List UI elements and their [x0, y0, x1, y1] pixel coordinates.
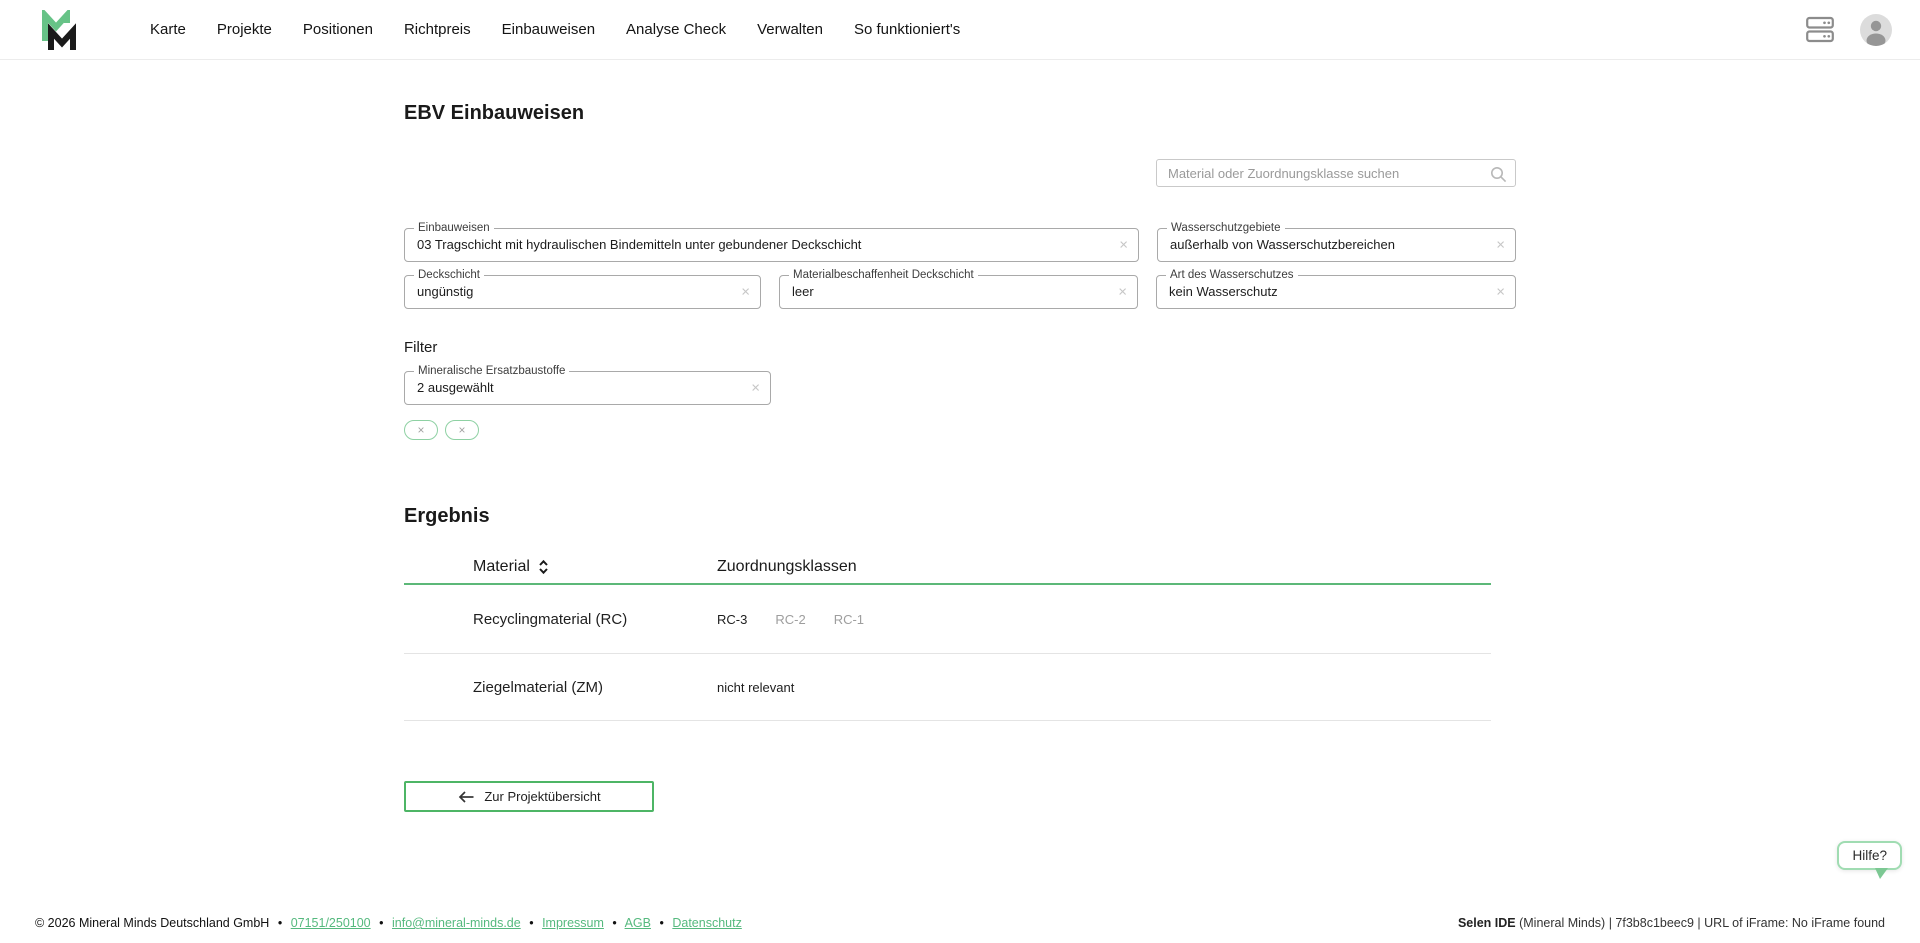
filter-chips: × × — [404, 420, 1516, 440]
filter-section-title: Filter — [404, 339, 1516, 357]
clear-icon[interactable]: × — [1119, 238, 1128, 253]
field-label: Einbauweisen — [414, 222, 494, 234]
class-badge: RC-1 — [834, 612, 864, 627]
search-box — [1156, 159, 1516, 187]
nav-item-projekte[interactable]: Projekte — [217, 21, 272, 38]
clear-icon[interactable]: × — [1496, 285, 1505, 300]
nav-item-einbauweisen[interactable]: Einbauweisen — [502, 21, 595, 38]
arrow-left-icon — [457, 791, 475, 803]
result-section-title: Ergebnis — [404, 504, 1516, 528]
select-einbauweisen[interactable]: Einbauweisen 03 Tragschicht mit hydrauli… — [404, 228, 1139, 262]
footer-link-datenschutz[interactable]: Datenschutz — [672, 916, 741, 930]
separator-dot: • — [529, 916, 533, 930]
zuordnungsklassen-cell: nicht relevant — [717, 680, 794, 695]
clear-icon[interactable]: × — [751, 381, 760, 396]
field-label: Mineralische Ersatzbaustoffe — [414, 365, 569, 377]
select-wasserschutzgebiete[interactable]: Wasserschutzgebiete außerhalb von Wasser… — [1157, 228, 1516, 262]
clear-icon[interactable]: × — [741, 285, 750, 300]
nav-item-karte[interactable]: Karte — [150, 21, 186, 38]
separator-dot: • — [612, 916, 616, 930]
field-value: 03 Tragschicht mit hydraulischen Bindemi… — [405, 229, 1138, 261]
select-art-des-wasserschutzes[interactable]: Art des Wasserschutzes kein Wasserschutz… — [1156, 275, 1516, 309]
field-label: Deckschicht — [414, 269, 484, 281]
sort-icon[interactable] — [538, 559, 549, 575]
ide-status-text: (Mineral Minds) | 7f3b8c1beec9 | URL of … — [1516, 916, 1885, 930]
filter-chip-remove-2[interactable]: × — [445, 420, 479, 440]
column-header-label: Material — [473, 558, 530, 576]
filter-chip-remove-1[interactable]: × — [404, 420, 438, 440]
separator-dot: • — [278, 916, 282, 930]
zuordnungsklassen-cell: RC-3 RC-2 RC-1 — [717, 612, 864, 627]
result-table: Material Zuordnungsklassen Recyclingmate… — [404, 551, 1491, 721]
back-button-label: Zur Projektübersicht — [484, 789, 600, 804]
mineral-minds-logo[interactable] — [40, 10, 78, 50]
select-mineralische-ersatzbaustoffe[interactable]: Mineralische Ersatzbaustoffe 2 ausgewähl… — [404, 371, 771, 405]
footer-link-email[interactable]: info@mineral-minds.de — [392, 916, 521, 930]
copyright-text: © 2026 Mineral Minds Deutschland GmbH — [35, 916, 269, 930]
class-badge: nicht relevant — [717, 680, 794, 695]
page-title: EBV Einbauweisen — [404, 101, 1516, 125]
footer-link-agb[interactable]: AGB — [625, 916, 651, 930]
clear-icon[interactable]: × — [1118, 285, 1127, 300]
top-navigation-bar: Karte Projekte Positionen Richtpreis Ein… — [0, 0, 1920, 60]
field-label: Materialbeschaffenheit Deckschicht — [789, 269, 978, 281]
clear-icon[interactable]: × — [1496, 238, 1505, 253]
select-materialbeschaffenheit[interactable]: Materialbeschaffenheit Deckschicht leer … — [779, 275, 1138, 309]
material-cell: Recyclingmaterial (RC) — [404, 611, 717, 628]
server-icon[interactable] — [1806, 16, 1834, 43]
help-button[interactable]: Hilfe? — [1837, 841, 1902, 870]
search-icon[interactable] — [1490, 166, 1507, 183]
footer: © 2026 Mineral Minds Deutschland GmbH • … — [0, 903, 1920, 943]
nav-item-analyse-check[interactable]: Analyse Check — [626, 21, 726, 38]
separator-dot: • — [659, 916, 663, 930]
footer-link-phone[interactable]: 07151/250100 — [291, 916, 371, 930]
user-avatar-icon[interactable] — [1860, 14, 1892, 46]
nav-item-verwalten[interactable]: Verwalten — [757, 21, 823, 38]
class-badge: RC-2 — [775, 612, 805, 627]
class-badge: RC-3 — [717, 612, 747, 627]
ide-name: Selen IDE — [1458, 916, 1516, 930]
close-icon: × — [417, 424, 424, 436]
back-to-project-overview-button[interactable]: Zur Projektübersicht — [404, 781, 654, 812]
speech-bubble-tail — [1875, 868, 1888, 879]
table-row: Ziegelmaterial (ZM) nicht relevant — [404, 654, 1491, 721]
field-label: Art des Wasserschutzes — [1166, 269, 1298, 281]
close-icon: × — [458, 424, 465, 436]
footer-link-impressum[interactable]: Impressum — [542, 916, 604, 930]
column-header-material[interactable]: Material — [404, 558, 717, 576]
select-deckschicht[interactable]: Deckschicht ungünstig × — [404, 275, 761, 309]
nav-item-so-funktionierts[interactable]: So funktioniert's — [854, 21, 960, 38]
footer-left: © 2026 Mineral Minds Deutschland GmbH • … — [35, 916, 742, 930]
nav-item-positionen[interactable]: Positionen — [303, 21, 373, 38]
column-header-zuordnungsklassen: Zuordnungsklassen — [717, 558, 857, 576]
nav-item-richtpreis[interactable]: Richtpreis — [404, 21, 471, 38]
search-input[interactable] — [1157, 160, 1515, 186]
material-cell: Ziegelmaterial (ZM) — [404, 679, 717, 696]
footer-right-status: Selen IDE (Mineral Minds) | 7f3b8c1beec9… — [1458, 916, 1885, 930]
field-label: Wasserschutzgebiete — [1167, 222, 1285, 234]
table-row: Recyclingmaterial (RC) RC-3 RC-2 RC-1 — [404, 585, 1491, 654]
help-label: Hilfe? — [1852, 848, 1887, 863]
main-nav: Karte Projekte Positionen Richtpreis Ein… — [150, 21, 960, 38]
main-content: EBV Einbauweisen Einbauweisen 03 Tragsch… — [404, 101, 1516, 812]
table-header-row: Material Zuordnungsklassen — [404, 551, 1491, 585]
separator-dot: • — [379, 916, 383, 930]
